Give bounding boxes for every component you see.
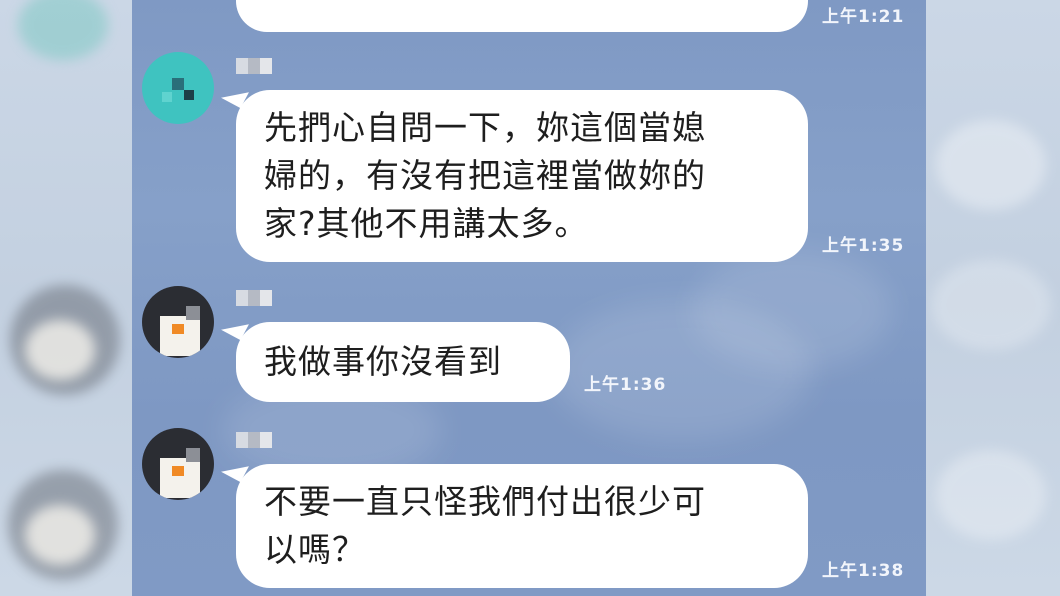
message-text-line: 以嗎？: [264, 530, 366, 569]
message-timestamp: 上午1:35: [822, 236, 905, 256]
avatar[interactable]: [142, 52, 214, 124]
message-text-line: 家?其他不用講太多。: [264, 204, 589, 243]
avatar[interactable]: [142, 286, 214, 358]
sender-name-blurred: [236, 58, 280, 74]
message-bubble[interactable]: 先捫心自問一下，妳這個當媳 婦的，有沒有把這裡當做妳的 家?其他不用講太多。: [221, 81, 808, 262]
message-text-line: 婦的，有沒有把這裡當做妳的: [264, 156, 706, 195]
sender-name-blurred: [236, 290, 280, 306]
message-bubble[interactable]: 不要一直只怪我們付出很少可 以嗎？: [221, 455, 808, 588]
message-text: 我做事你沒看到: [264, 342, 502, 381]
message-bubble[interactable]: [236, 0, 808, 32]
bubble-tail: [221, 313, 249, 341]
message-timestamp: 上午1:21: [822, 7, 905, 27]
sender-name-blurred: [236, 432, 280, 448]
message-timestamp: 上午1:38: [822, 561, 905, 581]
bubble-tail: [221, 81, 249, 109]
message-text-line: 先捫心自問一下，妳這個當媳: [264, 108, 706, 147]
avatar[interactable]: [142, 428, 214, 500]
message-timestamp: 上午1:36: [584, 375, 667, 395]
message-text-line: 不要一直只怪我們付出很少可: [264, 482, 706, 521]
chat-area[interactable]: 上午1:21 先捫心自問一下，妳這個當媳 婦的，有沒有把這裡當做妳的 家?其他不…: [132, 0, 926, 596]
message-bubble[interactable]: 我做事你沒看到: [221, 313, 570, 402]
blurred-left-background: [0, 0, 132, 596]
blurred-right-background: [926, 0, 1060, 596]
